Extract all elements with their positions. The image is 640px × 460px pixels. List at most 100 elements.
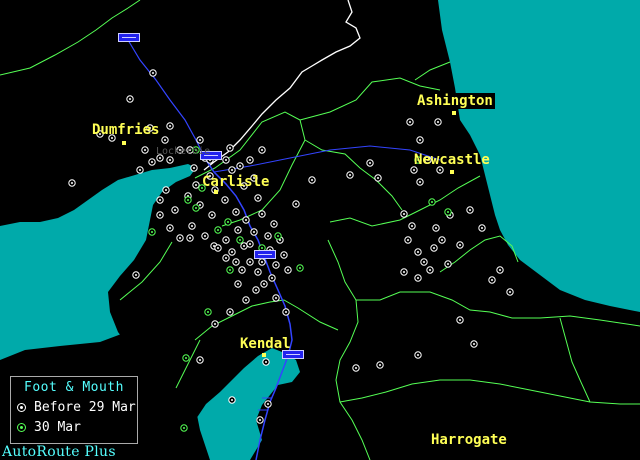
road-shield-icon[interactable]: [118, 33, 140, 42]
town-label-dumfries[interactable]: Dumfries: [92, 122, 159, 138]
outbreak-marker-center: [229, 311, 231, 313]
town-marker-newcastle: [450, 170, 454, 174]
town-label-newcastle[interactable]: Newcastle: [414, 152, 490, 168]
outbreak-marker-center: [433, 247, 435, 249]
outbreak-marker-center: [237, 283, 239, 285]
map-legend: Foot & Mouth Before 29 Mar 30 Mar: [10, 376, 138, 444]
outbreak-marker-center: [159, 199, 161, 201]
outbreak-marker-center: [187, 199, 189, 201]
outbreak-marker-center: [273, 223, 275, 225]
outbreak-marker-center: [231, 251, 233, 253]
town-label-lockerbie[interactable]: Lockerbie: [156, 146, 210, 157]
outbreak-marker-center: [217, 229, 219, 231]
outbreak-marker-center: [169, 125, 171, 127]
outbreak-marker-center: [199, 139, 201, 141]
outbreak-marker-center: [225, 257, 227, 259]
outbreak-marker-center: [441, 239, 443, 241]
outbreak-marker-center: [403, 213, 405, 215]
outbreak-marker-center: [299, 267, 301, 269]
outbreak-marker-center: [459, 319, 461, 321]
outbreak-marker-center: [229, 147, 231, 149]
outbreak-marker-center: [239, 165, 241, 167]
outbreak-marker-center: [144, 149, 146, 151]
outbreak-marker-center: [413, 169, 415, 171]
road-shield-icon[interactable]: [254, 250, 276, 259]
town-label-harrogate[interactable]: Harrogate: [431, 432, 507, 448]
outbreak-marker-center: [245, 299, 247, 301]
outbreak-marker-center: [257, 271, 259, 273]
outbreak-marker-center: [207, 311, 209, 313]
app-title: AutoRoute Plus: [2, 444, 116, 460]
outbreak-marker-center: [285, 311, 287, 313]
town-marker-carlisle: [214, 190, 218, 194]
outbreak-marker-center: [435, 227, 437, 229]
town-label-carlisle[interactable]: Carlisle: [202, 174, 269, 190]
outbreak-marker-center: [509, 291, 511, 293]
outbreak-marker-center: [139, 169, 141, 171]
outbreak-marker-center: [152, 72, 154, 74]
outbreak-marker-center: [409, 121, 411, 123]
outbreak-marker-center: [295, 203, 297, 205]
outbreak-marker-center: [417, 277, 419, 279]
outbreak-marker-center: [211, 214, 213, 216]
outbreak-marker-center: [265, 361, 267, 363]
outbreak-marker-center: [249, 261, 251, 263]
outbreak-marker-center: [261, 261, 263, 263]
outbreak-marker-center: [349, 174, 351, 176]
outbreak-marker-center: [437, 121, 439, 123]
outbreak-marker-center: [199, 359, 201, 361]
outbreak-marker-center: [165, 189, 167, 191]
outbreak-marker-center: [159, 214, 161, 216]
town-marker-kendal: [262, 353, 266, 357]
outbreak-marker-center: [481, 227, 483, 229]
outbreak-marker-center: [407, 239, 409, 241]
town-label-kendal[interactable]: Kendal: [240, 336, 291, 352]
outbreak-marker-center: [411, 225, 413, 227]
map-view[interactable]: Dumfries Carlisle Ashington Newcastle Ke…: [0, 0, 640, 460]
outbreak-marker-center: [231, 399, 233, 401]
town-marker-dumfries: [122, 141, 126, 145]
outbreak-marker-center: [271, 277, 273, 279]
outbreak-marker-center: [245, 219, 247, 221]
outbreak-marker-center: [473, 343, 475, 345]
outbreak-marker-center: [469, 209, 471, 211]
outbreak-marker-center: [199, 204, 201, 206]
outbreak-marker-center: [151, 231, 153, 233]
outbreak-marker-center: [257, 197, 259, 199]
outbreak-marker-center: [275, 297, 277, 299]
outbreak-marker-center: [235, 261, 237, 263]
outbreak-marker-center: [237, 229, 239, 231]
town-label-ashington[interactable]: Ashington: [415, 93, 495, 109]
legend-title: Foot & Mouth: [24, 380, 124, 395]
legend-label-30-mar: 30 Mar: [34, 419, 81, 435]
outbreak-marker-center: [151, 161, 153, 163]
outbreak-marker-center: [459, 244, 461, 246]
legend-label-before: Before 29 Mar: [34, 399, 136, 415]
outbreak-marker-center: [377, 177, 379, 179]
outbreak-marker-center: [429, 269, 431, 271]
outbreak-marker-center: [239, 239, 241, 241]
outbreak-marker-center: [419, 181, 421, 183]
outbreak-marker-center: [225, 159, 227, 161]
outbreak-marker-center: [159, 157, 161, 159]
outbreak-marker-center: [169, 227, 171, 229]
outbreak-marker-center: [491, 279, 493, 281]
outbreak-marker-center: [355, 367, 357, 369]
outbreak-marker-center: [189, 237, 191, 239]
outbreak-marker-center: [417, 354, 419, 356]
outbreak-marker-center: [193, 167, 195, 169]
outbreak-marker-center: [174, 209, 176, 211]
outbreak-marker-center: [275, 264, 277, 266]
outbreak-marker-center: [231, 169, 233, 171]
outbreak-marker-center: [283, 254, 285, 256]
outbreak-marker-center: [224, 199, 226, 201]
outbreak-marker-center: [431, 201, 433, 203]
town-marker-ashington: [452, 111, 456, 115]
outbreak-marker-center: [249, 243, 251, 245]
outbreak-marker-center: [267, 403, 269, 405]
outbreak-marker-center: [243, 245, 245, 247]
outbreak-marker-center: [241, 269, 243, 271]
outbreak-marker-center: [169, 159, 171, 161]
outbreak-marker-center: [179, 237, 181, 239]
outbreak-marker-center: [439, 169, 441, 171]
